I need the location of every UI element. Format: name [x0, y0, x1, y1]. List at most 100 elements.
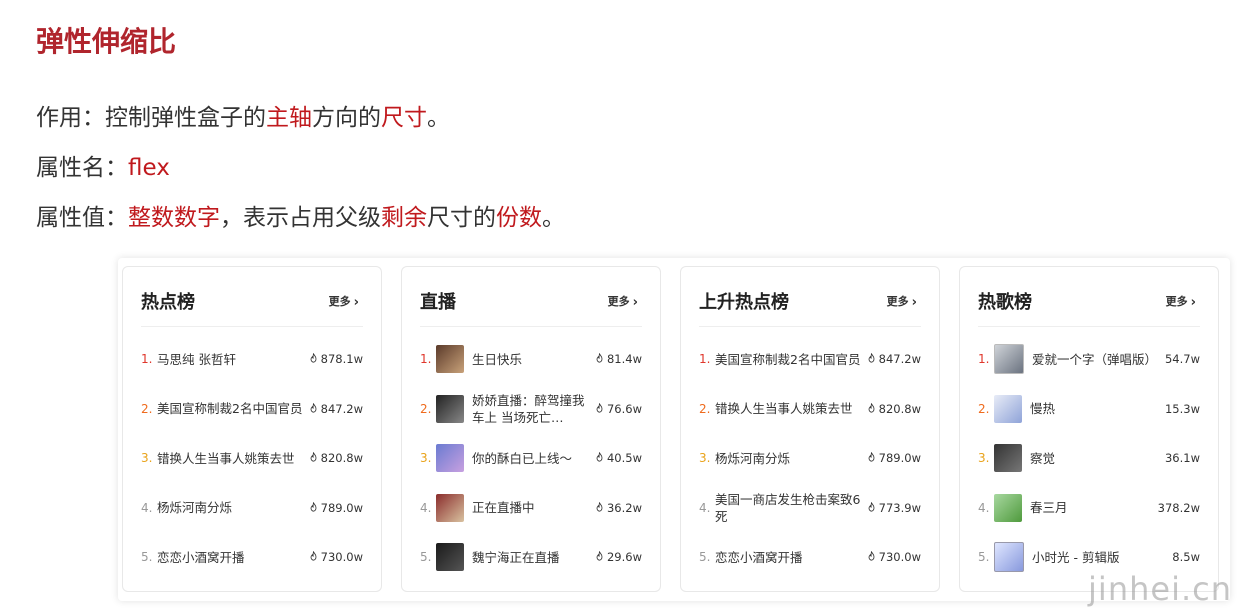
highlight-text: 剩余 [381, 205, 427, 231]
more-label: 更多 [1165, 295, 1188, 308]
rank-number: 5. [699, 550, 711, 564]
flame-icon [595, 451, 607, 465]
list-item[interactable]: 4. 杨烁河南分烁 789.0w [141, 484, 363, 532]
item-title: 杨烁河南分烁 [157, 500, 233, 515]
list-item[interactable]: 1. 爱就一个字（弹唱版） 54.7w [978, 335, 1200, 383]
more-link[interactable]: 更多 › [887, 293, 917, 310]
thumbnail-image [994, 493, 1022, 522]
item-title: 错换人生当事人姚策去世 [715, 401, 853, 416]
item-title: 美国宣称制裁2名中国官员 [715, 351, 861, 367]
item-title: 杨烁河南分烁 [715, 450, 791, 466]
highlight-text: 整数数字 [128, 205, 220, 231]
flame-icon [867, 550, 879, 564]
list-item[interactable]: 4. 美国一商店发生枪击案致6死 773.9w [699, 484, 921, 532]
ranking-panel: 热点榜 更多 › 1. 马思纯 张哲轩 878.1w 2. 美国宣称制裁2名中国官员 847.2… [118, 258, 1230, 601]
list-item[interactable]: 4. 正在直播中 36.2w [420, 484, 642, 532]
heat-value: 8.5w [1172, 550, 1200, 564]
list-item[interactable]: 3. 错换人生当事人姚策去世 820.8w [141, 434, 363, 482]
rank-number: 4. [420, 500, 432, 515]
heat-value: 730.0w [309, 550, 363, 564]
rank-number: 2. [978, 401, 990, 416]
more-link[interactable]: 更多 › [329, 293, 359, 310]
flame-icon [595, 402, 607, 416]
flame-icon [867, 352, 879, 366]
list-item[interactable]: 2. 错换人生当事人姚策去世 820.8w [699, 385, 921, 433]
list-item[interactable]: 2. 娇娇直播：醉驾撞我车上 当场死亡… 76.6w [420, 385, 642, 433]
card-header: 热点榜 更多 › [141, 267, 363, 327]
heat-value: 36.2w [595, 501, 642, 515]
list-item[interactable]: 3. 察觉 36.1w [978, 434, 1200, 482]
heat-number: 773.9w [878, 500, 921, 515]
heat-value: 847.2w [867, 352, 921, 366]
more-label: 更多 [328, 295, 351, 308]
more-link[interactable]: 更多 › [1166, 293, 1196, 310]
flame-icon [595, 501, 607, 515]
more-link[interactable]: 更多 › [608, 293, 638, 310]
list-item[interactable]: 5. 恋恋小酒窝开播 730.0w [141, 533, 363, 581]
heat-number: 29.6w [606, 550, 642, 564]
flame-icon [309, 550, 321, 564]
heat-number: 730.0w [878, 550, 921, 564]
rank-number: 1. [699, 352, 711, 366]
heat-value: 81.4w [595, 352, 642, 366]
highlight-text: 尺寸 [381, 105, 427, 131]
heat-number: 81.4w [606, 352, 642, 366]
card-hot-songs: 热歌榜 更多 › 1. 爱就一个字（弹唱版） 54.7w 2. 慢热 15.3w 3. 察觉 36.1… [959, 266, 1219, 592]
flame-icon [309, 402, 321, 416]
text-line-property-value: 属性值：整数数字，表示占用父级剩余尺寸的份数。 [36, 198, 565, 232]
list-item[interactable]: 5. 恋恋小酒窝开播 730.0w [699, 533, 921, 581]
item-title: 小时光 - 剪辑版 [1032, 549, 1120, 565]
item-title: 美国一商店发生枪击案致6死 [715, 491, 861, 524]
highlight-text: flex [128, 155, 170, 181]
text-line-property-name: 属性名：flex [36, 148, 170, 182]
list-item[interactable]: 3. 你的酥白已上线～ 40.5w [420, 434, 642, 482]
item-title: 爱就一个字（弹唱版） [1032, 351, 1158, 367]
thumbnail-image [994, 542, 1024, 572]
list-item[interactable]: 1. 生日快乐 81.4w [420, 335, 642, 383]
heat-value: 820.8w [867, 402, 921, 416]
list-item[interactable]: 1. 美国宣称制裁2名中国官员 847.2w [699, 335, 921, 383]
item-title: 美国宣称制裁2名中国官员 [157, 401, 303, 416]
heat-value: 378.2w [1158, 501, 1200, 515]
thumbnail-image [436, 543, 464, 571]
more-label: 更多 [886, 295, 909, 308]
heat-value: 29.6w [595, 550, 642, 564]
heat-value: 40.5w [595, 451, 642, 465]
thumbnail-image [994, 344, 1024, 374]
item-title: 娇娇直播：醉驾撞我车上 当场死亡… [472, 392, 585, 425]
chevron-right-icon: › [632, 295, 638, 310]
heat-number: 730.0w [320, 550, 363, 564]
section-heading: 弹性伸缩比 [36, 25, 177, 58]
text-segment: 属性值： [36, 205, 128, 231]
item-title: 恋恋小酒窝开播 [715, 549, 803, 565]
list-item[interactable]: 2. 慢热 15.3w [978, 385, 1200, 433]
heat-number: 820.8w [878, 401, 921, 416]
item-title: 马思纯 张哲轩 [157, 351, 236, 367]
heat-number: 36.1w [1164, 451, 1200, 465]
card-hot-list: 热点榜 更多 › 1. 马思纯 张哲轩 878.1w 2. 美国宣称制裁2名中国官员 847.2… [122, 266, 382, 592]
text-segment: 。 [542, 205, 565, 231]
thumbnail-image [436, 493, 464, 522]
card-live: 直播 更多 › 1. 生日快乐 81.4w 2. 娇娇直播：醉驾撞我车上 当场死亡… 76.6w… [401, 266, 661, 592]
list-item[interactable]: 2. 美国宣称制裁2名中国官员 847.2w [141, 385, 363, 433]
rank-number: 1. [141, 352, 153, 366]
heat-value: 76.6w [595, 402, 642, 416]
text-segment: 属性名： [36, 155, 128, 181]
watermark: jinhei.cn [1088, 570, 1232, 608]
list-item[interactable]: 4. 春三月 378.2w [978, 484, 1200, 532]
flame-icon [867, 402, 879, 416]
rank-number: 3. [699, 451, 711, 465]
thumbnail-image [436, 444, 464, 472]
item-title: 生日快乐 [472, 351, 523, 367]
heat-value: 820.8w [309, 451, 363, 465]
heat-value: 15.3w [1165, 402, 1200, 416]
list-item[interactable]: 3. 杨烁河南分烁 789.0w [699, 434, 921, 482]
card-title: 上升热点榜 [699, 292, 789, 313]
list-item[interactable]: 5. 魏宁海正在直播 29.6w [420, 533, 642, 581]
card-title: 热点榜 [141, 292, 195, 313]
rank-number: 4. [699, 500, 711, 515]
card-rising-hot-list: 上升热点榜 更多 › 1. 美国宣称制裁2名中国官员 847.2w 2. 错换人生当事人姚策去… [680, 266, 940, 592]
heat-number: 378.2w [1157, 500, 1200, 515]
list-item[interactable]: 1. 马思纯 张哲轩 878.1w [141, 335, 363, 383]
heat-value: 54.7w [1165, 352, 1200, 366]
